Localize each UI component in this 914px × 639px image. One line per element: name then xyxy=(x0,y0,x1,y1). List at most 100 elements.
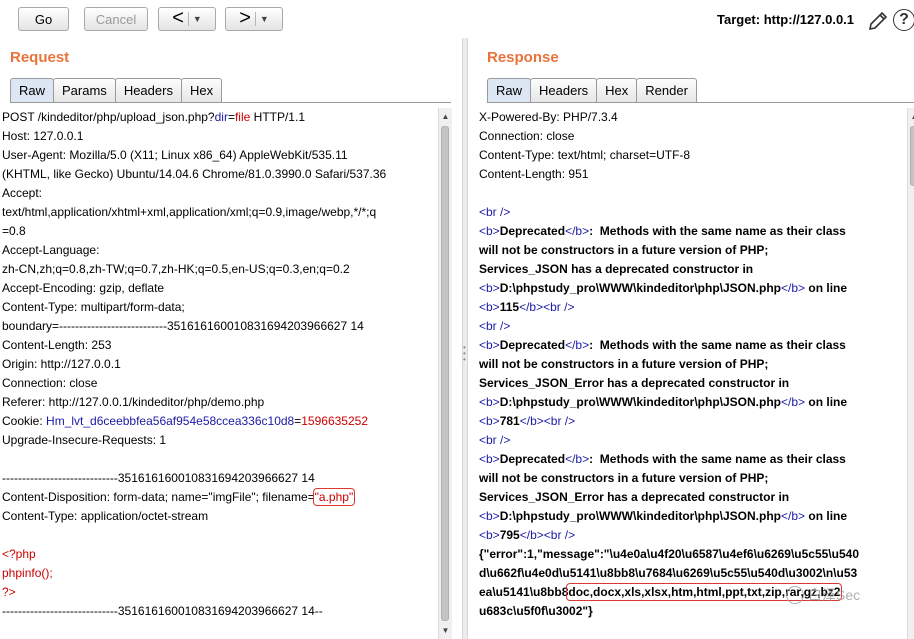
response-text-segment: : Methods with the same name as their cl… xyxy=(589,224,846,238)
response-text-segment: Connection: close xyxy=(479,129,575,143)
response-text-segment: Deprecated xyxy=(499,338,566,352)
response-text-segment: Services_JSON_Error has a deprecated con… xyxy=(479,376,790,390)
request-scroll-thumb[interactable] xyxy=(441,126,449,621)
response-line: <b>781</b><br /> xyxy=(479,412,907,431)
request-line: Host: 127.0.0.1 xyxy=(2,127,438,146)
response-text-segment: will not be constructors in a future ver… xyxy=(479,243,769,257)
response-title: Response xyxy=(487,49,559,66)
response-text-segment: <b> xyxy=(479,224,500,238)
request-text-segment: Referer: http://127.0.0.1/kindeditor/php… xyxy=(2,395,265,409)
request-text-segment: 1596635252 xyxy=(301,414,368,428)
response-text-segment: <br /> xyxy=(543,300,575,314)
request-tab-raw[interactable]: Raw xyxy=(10,78,55,102)
response-line: <br /> xyxy=(479,203,907,222)
response-text-segment: on line xyxy=(805,281,848,295)
back-button[interactable]: < ▼ xyxy=(158,7,216,31)
request-line: boundary=---------------------------3516… xyxy=(2,317,438,336)
request-line: Content-Disposition: form-data; name="im… xyxy=(2,488,438,507)
request-body[interactable]: POST /kindeditor/php/upload_json.php?dir… xyxy=(2,108,438,639)
request-text-segment: Content-Length: 253 xyxy=(2,338,112,352)
response-text-segment: on line xyxy=(805,509,848,523)
response-text-segment: : Methods with the same name as their cl… xyxy=(589,338,846,352)
request-text-segment: HTTP/1.1 xyxy=(250,110,305,124)
response-text-segment: </b> xyxy=(519,414,544,428)
request-text-segment: Hm_lvt_d6ceebbfea56af954e58ccea336c10d8 xyxy=(46,414,295,428)
request-text-segment: POST /kindeditor/php/upload_json.php? xyxy=(2,110,215,124)
response-scrollbar[interactable]: ▲ xyxy=(907,108,914,639)
response-text-segment: 115 xyxy=(499,300,520,314)
request-line: zh-CN,zh;q=0.8,zh-TW;q=0.7,zh-HK;q=0.5,e… xyxy=(2,260,438,279)
response-line: Services_JSON_Error has a deprecated con… xyxy=(479,374,907,393)
response-line: <b>Deprecated</b>: Methods with the same… xyxy=(479,336,907,355)
request-text-segment: User-Agent: Mozilla/5.0 (X11; Linux x86_… xyxy=(2,148,348,162)
request-text-segment: ?> xyxy=(2,585,16,599)
watermark-text: 白泽Sec xyxy=(808,587,861,603)
back-dropdown-icon[interactable]: ▼ xyxy=(193,14,202,24)
request-text-segment: Upgrade-Insecure-Requests: 1 xyxy=(2,433,167,447)
response-line: will not be constructors in a future ver… xyxy=(479,355,907,374)
response-line: <b>D:\phpstudy_pro\WWW\kindeditor\php\JS… xyxy=(479,393,907,412)
response-text-segment: d\u662f\u4e0d\u5141\u8bb8\u7684\u6269\u5… xyxy=(479,566,858,580)
request-line: Accept-Language: xyxy=(2,241,438,260)
response-line: <b>D:\phpstudy_pro\WWW\kindeditor\php\JS… xyxy=(479,279,907,298)
response-text-segment: <b> xyxy=(479,509,500,523)
response-text-segment: <b> xyxy=(479,452,500,466)
request-title: Request xyxy=(10,49,70,66)
pane-divider[interactable] xyxy=(462,38,468,639)
scroll-down-icon[interactable]: ▼ xyxy=(439,624,452,637)
request-tab-params[interactable]: Params xyxy=(53,78,116,102)
response-scroll-thumb[interactable] xyxy=(910,126,914,186)
forward-dropdown-icon[interactable]: ▼ xyxy=(260,14,269,24)
cancel-button[interactable]: Cancel xyxy=(84,7,148,31)
request-tab-hex[interactable]: Hex xyxy=(180,78,223,102)
response-text-segment: </b> xyxy=(781,281,806,295)
response-text-segment: <b> xyxy=(479,414,500,428)
help-icon[interactable]: ? xyxy=(893,9,914,31)
request-line: =0.8 xyxy=(2,222,438,241)
request-line: Upgrade-Insecure-Requests: 1 xyxy=(2,431,438,450)
response-tab-render[interactable]: Render xyxy=(636,78,697,102)
response-tab-rule xyxy=(487,102,914,103)
request-text-segment: Cookie: xyxy=(2,414,47,428)
request-line: Content-Type: application/octet-stream xyxy=(2,507,438,526)
request-text-segment: phpinfo(); xyxy=(2,566,53,580)
response-text-segment: X-Powered-By: PHP/7.3.4 xyxy=(479,110,618,124)
request-line: Referer: http://127.0.0.1/kindeditor/php… xyxy=(2,393,438,412)
response-text-segment: Services_JSON_Error has a deprecated con… xyxy=(479,490,790,504)
scroll-up-icon[interactable]: ▲ xyxy=(908,110,914,123)
request-line: (KHTML, like Gecko) Ubuntu/14.04.6 Chrom… xyxy=(2,165,438,184)
go-button[interactable]: Go xyxy=(18,7,69,31)
request-text-segment: dir xyxy=(214,110,228,124)
response-tab-raw[interactable]: Raw xyxy=(487,78,532,102)
request-text-segment: <?php xyxy=(2,547,36,561)
response-text-segment: <br /> xyxy=(479,319,511,333)
help-glyph: ? xyxy=(899,11,909,28)
response-line: {"error":1,"message":"\u4e0a\u4f20\u6587… xyxy=(479,545,907,564)
request-line xyxy=(2,526,438,545)
response-body[interactable]: X-Powered-By: PHP/7.3.4 Connection: close… xyxy=(479,108,907,639)
request-scrollbar[interactable]: ▲ ▼ xyxy=(438,108,452,639)
request-line xyxy=(2,450,438,469)
watermark: 白泽Sec xyxy=(786,585,860,605)
request-tab-headers[interactable]: Headers xyxy=(114,78,182,102)
response-tab-headers[interactable]: Headers xyxy=(530,78,598,102)
request-line: <?php xyxy=(2,545,438,564)
pencil-icon[interactable] xyxy=(866,9,890,33)
divider-grip-icon: • • • xyxy=(463,343,466,364)
forward-button[interactable]: > ▼ xyxy=(225,7,283,31)
response-line: <b>795</b><br /> xyxy=(479,526,907,545)
response-line: d\u662f\u4e0d\u5141\u8bb8\u7684\u6269\u5… xyxy=(479,564,907,583)
response-line: Content-Length: 951 xyxy=(479,165,907,184)
response-tabs: Raw Headers Hex Render xyxy=(487,78,697,102)
request-text-segment: Host: 127.0.0.1 xyxy=(2,129,84,143)
response-tab-hex[interactable]: Hex xyxy=(596,78,638,102)
request-text-segment: Accept: xyxy=(2,186,43,200)
forward-arrow-icon: > xyxy=(239,6,251,29)
scroll-up-icon[interactable]: ▲ xyxy=(439,110,452,123)
response-line: Connection: close xyxy=(479,127,907,146)
target-label: Target: http://127.0.0.1 xyxy=(717,12,855,27)
response-text-segment: </b> xyxy=(519,300,544,314)
button-separator xyxy=(254,12,256,26)
response-text-segment: </b> xyxy=(781,509,806,523)
request-line: text/html,application/xhtml+xml,applicat… xyxy=(2,203,438,222)
